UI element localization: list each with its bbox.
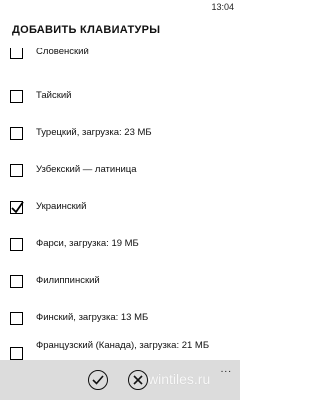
confirm-button[interactable] [88, 370, 108, 390]
list-item[interactable]: Тайский [0, 80, 240, 116]
checkbox[interactable] [10, 275, 23, 288]
checkbox[interactable] [10, 48, 23, 59]
more-button[interactable]: ... [221, 364, 232, 375]
list-item[interactable]: Узбекский — латиница [0, 154, 240, 190]
list-item[interactable]: Фарси, загрузка: 19 МБ [0, 228, 240, 264]
checkbox[interactable] [10, 312, 23, 325]
item-label: Фарси, загрузка: 19 МБ [36, 238, 139, 249]
keyboard-list: Словенский Тайский Турецкий, загрузка: 2… [0, 48, 240, 360]
checkbox-checked[interactable] [10, 201, 24, 214]
check-icon [92, 375, 104, 385]
list-item[interactable]: Украинский [0, 191, 240, 227]
list-item[interactable]: Финский, загрузка: 13 МБ [0, 302, 240, 338]
item-label: Тайский [36, 90, 72, 101]
list-item[interactable]: Французский (Канада), загрузка: 21 МБ [0, 337, 240, 360]
item-label: Узбекский — латиница [36, 164, 137, 175]
checkbox[interactable] [10, 347, 23, 360]
status-bar: 13:04 [0, 0, 240, 16]
item-label: Французский (Канада), загрузка: 21 МБ [36, 340, 210, 351]
cancel-button[interactable] [128, 370, 148, 390]
item-label: Украинский [36, 201, 87, 212]
watermark: wintiles.ru [148, 371, 211, 387]
close-icon [133, 375, 143, 385]
item-label: Турецкий, загрузка: 23 МБ [36, 127, 152, 138]
item-label: Словенский [36, 48, 89, 57]
checkbox[interactable] [10, 127, 23, 140]
list-item[interactable]: Филиппинский [0, 265, 240, 301]
page-title: ДОБАВИТЬ КЛАВИАТУРЫ [12, 24, 161, 36]
item-label: Финский, загрузка: 13 МБ [36, 312, 149, 323]
checkbox[interactable] [10, 90, 23, 103]
checkbox[interactable] [10, 164, 23, 177]
list-item[interactable]: Турецкий, загрузка: 23 МБ [0, 117, 240, 153]
check-icon [11, 201, 24, 214]
item-label: Филиппинский [36, 275, 100, 286]
status-time: 13:04 [211, 2, 234, 12]
checkbox[interactable] [10, 238, 23, 251]
list-item[interactable]: Словенский [0, 48, 240, 72]
